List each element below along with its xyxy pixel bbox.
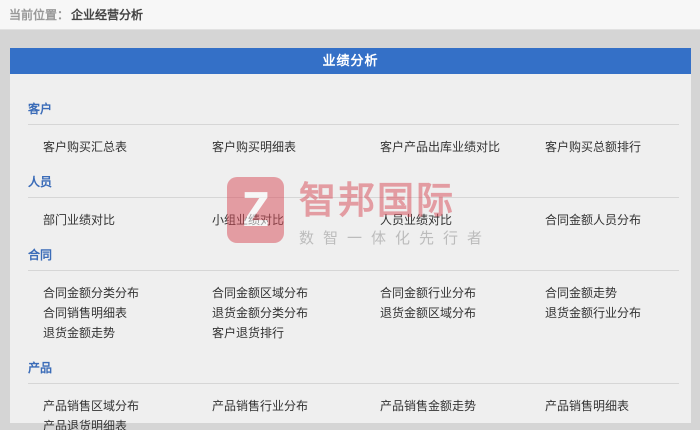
report-link[interactable]: 客户退货排行 <box>212 326 284 340</box>
section-divider <box>28 383 679 384</box>
report-section: 合同 合同金额分类分布 合同金额区域分布 合同金额行业分布 合同金额走势合同销售明细表… <box>10 248 691 343</box>
report-row: 退货金额走势 客户退货排行 <box>10 323 691 343</box>
breadcrumb-label: 当前位置： <box>9 8 70 22</box>
report-link[interactable]: 产品销售金额走势 <box>380 399 476 413</box>
section-rows: 产品销售区域分布 产品销售行业分布 产品销售金额走势 产品销售明细表产品退货明细表 <box>10 396 691 430</box>
breadcrumb-current: 企业经营分析 <box>71 8 144 22</box>
report-cell: 合同销售明细表 <box>43 303 212 323</box>
report-cell: 合同金额行业分布 <box>380 283 545 303</box>
report-link[interactable]: 客户产品出库业绩对比 <box>380 140 500 154</box>
report-link[interactable]: 退货金额走势 <box>43 326 115 340</box>
report-cell <box>380 323 545 343</box>
report-cell: 合同金额人员分布 <box>545 210 691 230</box>
report-row: 部门业绩对比 小组业绩对比 人员业绩对比 合同金额人员分布 <box>10 210 691 230</box>
section-title: 人员 <box>28 175 53 189</box>
report-row: 产品销售区域分布 产品销售行业分布 产品销售金额走势 产品销售明细表 <box>10 396 691 416</box>
report-cell: 客户产品出库业绩对比 <box>380 137 545 157</box>
section-rows: 合同金额分类分布 合同金额区域分布 合同金额行业分布 合同金额走势 合同销售明细表 退货金… <box>10 283 691 343</box>
sections-container: 客户 客户购买汇总表 客户购买明细表 客户产品出库业绩对比 客户购买总额排行 人员 部… <box>10 74 691 430</box>
report-cell: 退货金额区域分布 <box>380 303 545 323</box>
section-title: 客户 <box>28 102 53 116</box>
report-cell: 小组业绩对比 <box>212 210 380 230</box>
report-link[interactable]: 客户购买总额排行 <box>545 140 641 154</box>
report-link[interactable]: 合同金额区域分布 <box>212 286 308 300</box>
report-cell: 客户购买汇总表 <box>43 137 212 157</box>
report-link[interactable]: 部门业绩对比 <box>43 213 115 227</box>
report-cell: 产品退货明细表 <box>43 416 212 430</box>
report-cell: 退货金额走势 <box>43 323 212 343</box>
report-cell: 合同金额分类分布 <box>43 283 212 303</box>
breadcrumb: 当前位置： 企业经营分析 <box>0 0 700 30</box>
report-link[interactable]: 产品销售区域分布 <box>43 399 139 413</box>
report-link[interactable]: 合同金额分类分布 <box>43 286 139 300</box>
report-section: 产品 产品销售区域分布 产品销售行业分布 产品销售金额走势 产品销售明细表产品退货明细… <box>10 361 691 430</box>
report-cell: 客户购买明细表 <box>212 137 380 157</box>
report-section: 客户 客户购买汇总表 客户购买明细表 客户产品出库业绩对比 客户购买总额排行 <box>10 102 691 157</box>
report-link[interactable]: 人员业绩对比 <box>380 213 452 227</box>
report-cell: 产品销售行业分布 <box>212 396 380 416</box>
section-title: 合同 <box>28 248 53 262</box>
report-link[interactable]: 产品退货明细表 <box>43 419 127 430</box>
report-row: 合同金额分类分布 合同金额区域分布 合同金额行业分布 合同金额走势 <box>10 283 691 303</box>
section-divider <box>28 197 679 198</box>
report-link[interactable]: 退货金额行业分布 <box>545 306 641 320</box>
report-cell <box>212 416 380 430</box>
report-link[interactable]: 退货金额区域分布 <box>380 306 476 320</box>
report-link[interactable]: 小组业绩对比 <box>212 213 284 227</box>
report-link[interactable]: 客户购买明细表 <box>212 140 296 154</box>
section-divider <box>28 270 679 271</box>
report-link[interactable]: 产品销售行业分布 <box>212 399 308 413</box>
report-cell: 客户购买总额排行 <box>545 137 691 157</box>
report-cell: 产品销售明细表 <box>545 396 691 416</box>
report-cell: 退货金额分类分布 <box>212 303 380 323</box>
report-section: 人员 部门业绩对比 小组业绩对比 人员业绩对比 合同金额人员分布 <box>10 175 691 230</box>
section-divider <box>28 124 679 125</box>
report-cell: 部门业绩对比 <box>43 210 212 230</box>
report-link[interactable]: 合同销售明细表 <box>43 306 127 320</box>
report-link[interactable]: 合同金额人员分布 <box>545 213 641 227</box>
report-link[interactable]: 退货金额分类分布 <box>212 306 308 320</box>
report-link[interactable]: 合同金额走势 <box>545 286 617 300</box>
section-title: 产品 <box>28 361 53 375</box>
page-title: 业绩分析 <box>322 53 379 68</box>
report-row: 合同销售明细表 退货金额分类分布 退货金额区域分布 退货金额行业分布 <box>10 303 691 323</box>
report-cell <box>545 323 691 343</box>
report-link[interactable]: 产品销售明细表 <box>545 399 629 413</box>
report-row: 产品退货明细表 <box>10 416 691 430</box>
report-row: 客户购买汇总表 客户购买明细表 客户产品出库业绩对比 客户购买总额排行 <box>10 137 691 157</box>
section-rows: 客户购买汇总表 客户购买明细表 客户产品出库业绩对比 客户购买总额排行 <box>10 137 691 157</box>
report-cell: 产品销售区域分布 <box>43 396 212 416</box>
report-cell: 人员业绩对比 <box>380 210 545 230</box>
section-rows: 部门业绩对比 小组业绩对比 人员业绩对比 合同金额人员分布 <box>10 210 691 230</box>
report-panel: 业绩分析 客户 客户购买汇总表 客户购买明细表 客户产品出库业绩对比 客户购买总额排行… <box>10 48 691 430</box>
report-cell: 合同金额区域分布 <box>212 283 380 303</box>
report-cell: 退货金额行业分布 <box>545 303 691 323</box>
report-link[interactable]: 客户购买汇总表 <box>43 140 127 154</box>
report-cell: 产品销售金额走势 <box>380 396 545 416</box>
report-link[interactable]: 合同金额行业分布 <box>380 286 476 300</box>
panel-title-bar: 业绩分析 <box>10 48 691 74</box>
report-cell <box>380 416 545 430</box>
report-cell: 合同金额走势 <box>545 283 691 303</box>
report-cell: 客户退货排行 <box>212 323 380 343</box>
screen: 当前位置： 企业经营分析 业绩分析 客户 客户购买汇总表 客户购买明细表 客户产品出库… <box>0 0 700 430</box>
report-cell <box>545 416 691 430</box>
